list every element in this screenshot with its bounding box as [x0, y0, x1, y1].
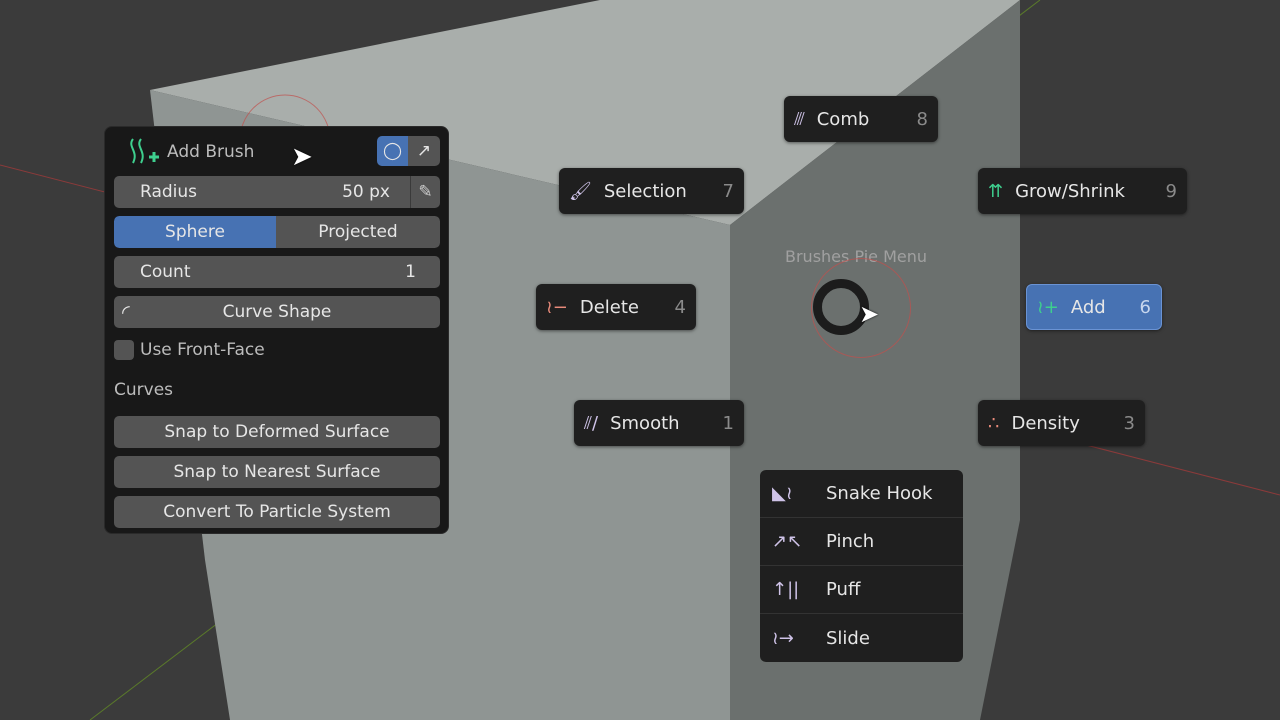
count-label: Count: [140, 262, 191, 282]
tool-settings-popover: Add Brush ◯ ↗ Radius 50 px ✎ Sphere Proj…: [104, 126, 449, 534]
projected-option[interactable]: Projected: [276, 216, 440, 248]
convert-particle-button[interactable]: Convert To Particle System: [114, 496, 440, 528]
brush-name: Add Brush: [167, 142, 255, 162]
pie-item-selection[interactable]: 🖌 Selection 7: [559, 168, 744, 214]
pinch-icon: ↗↖: [772, 531, 803, 552]
radius-label: Radius: [140, 182, 198, 202]
radius-field[interactable]: Radius 50 px ✎: [114, 176, 440, 208]
mouse-cursor: ➤: [291, 142, 313, 172]
pie-item-label: Density: [1011, 412, 1080, 434]
paintbrush-icon: 🖌: [569, 180, 592, 202]
pie-item-key: 8: [916, 108, 928, 130]
pie-item-key: 6: [1139, 296, 1151, 318]
add-brush-icon: ≀+: [1037, 296, 1059, 318]
count-value: 1: [405, 262, 416, 282]
pie-item-label: Smooth: [610, 412, 680, 434]
use-front-face-label: Use Front-Face: [140, 340, 265, 360]
menu-item-slide[interactable]: ≀→ Slide: [760, 614, 963, 662]
menu-item-pinch[interactable]: ↗↖ Pinch: [760, 518, 963, 566]
density-icon: ∴: [988, 412, 1000, 434]
curve-shape-label: Curve Shape: [222, 302, 332, 322]
snap-deformed-button[interactable]: Snap to Deformed Surface: [114, 416, 440, 448]
snap-nearest-button[interactable]: Snap to Nearest Surface: [114, 456, 440, 488]
pie-item-key: 9: [1165, 180, 1177, 202]
radius-value: 50 px: [342, 182, 390, 202]
pie-mouse-cursor: ➤: [859, 300, 880, 328]
falloff-mode-toggle: ◯ ↗: [377, 136, 440, 166]
pie-item-label: Selection: [603, 180, 687, 202]
pie-item-key: 1: [722, 412, 734, 434]
curves-section-label: Curves: [114, 380, 174, 400]
pie-item-comb[interactable]: ⫻ Comb 8: [784, 96, 938, 142]
pie-item-smooth[interactable]: ⫽/ Smooth 1: [574, 400, 744, 446]
curve-icon: ◜: [122, 300, 130, 324]
delete-brush-icon: ≀−: [546, 296, 568, 318]
menu-item-label: Puff: [826, 579, 861, 600]
count-field[interactable]: Count 1: [114, 256, 440, 288]
add-brush-icon: [130, 138, 159, 164]
menu-item-snake-hook[interactable]: ◣≀ Snake Hook: [760, 470, 963, 518]
menu-item-label: Snake Hook: [826, 483, 933, 504]
smooth-icon: ⫽/: [584, 412, 599, 434]
snake-hook-icon: ◣≀: [772, 483, 793, 504]
curve-stroke-icon[interactable]: ↗: [408, 136, 440, 166]
more-brushes-menu: ◣≀ Snake Hook ↗↖ Pinch ↑|| Puff ≀→ Slide: [760, 470, 963, 662]
grow-shrink-icon: ⇈: [988, 180, 1004, 202]
slide-icon: ≀→: [772, 627, 794, 649]
puff-icon: ↑||: [772, 579, 800, 600]
pie-item-delete[interactable]: ≀− Delete 4: [536, 284, 696, 330]
sphere-option[interactable]: Sphere: [114, 216, 276, 248]
falloff-shape-selector: Sphere Projected: [114, 216, 440, 248]
pie-item-key: 3: [1123, 412, 1135, 434]
pie-item-label: Comb: [816, 108, 870, 130]
pie-item-grow-shrink[interactable]: ⇈ Grow/Shrink 9: [978, 168, 1187, 214]
pie-item-add[interactable]: ≀+ Add 6: [1026, 284, 1162, 330]
use-front-face-option[interactable]: Use Front-Face: [114, 340, 265, 360]
pie-item-label: Add: [1070, 296, 1106, 318]
menu-item-label: Slide: [826, 627, 870, 649]
comb-icon: ⫻: [794, 108, 805, 130]
brush-header: Add Brush: [127, 137, 254, 167]
use-front-face-checkbox[interactable]: [114, 340, 134, 360]
pressure-pen-icon[interactable]: ✎: [410, 176, 440, 208]
pie-item-key: 7: [722, 180, 734, 202]
pie-item-label: Grow/Shrink: [1015, 180, 1125, 202]
pie-item-density[interactable]: ∴ Density 3: [978, 400, 1145, 446]
pie-item-key: 4: [674, 296, 686, 318]
menu-item-puff[interactable]: ↑|| Puff: [760, 566, 963, 614]
pie-item-label: Delete: [579, 296, 639, 318]
sphere-stroke-icon[interactable]: ◯: [377, 136, 408, 166]
menu-item-label: Pinch: [826, 531, 875, 552]
curve-shape-button[interactable]: ◜ Curve Shape: [114, 296, 440, 328]
